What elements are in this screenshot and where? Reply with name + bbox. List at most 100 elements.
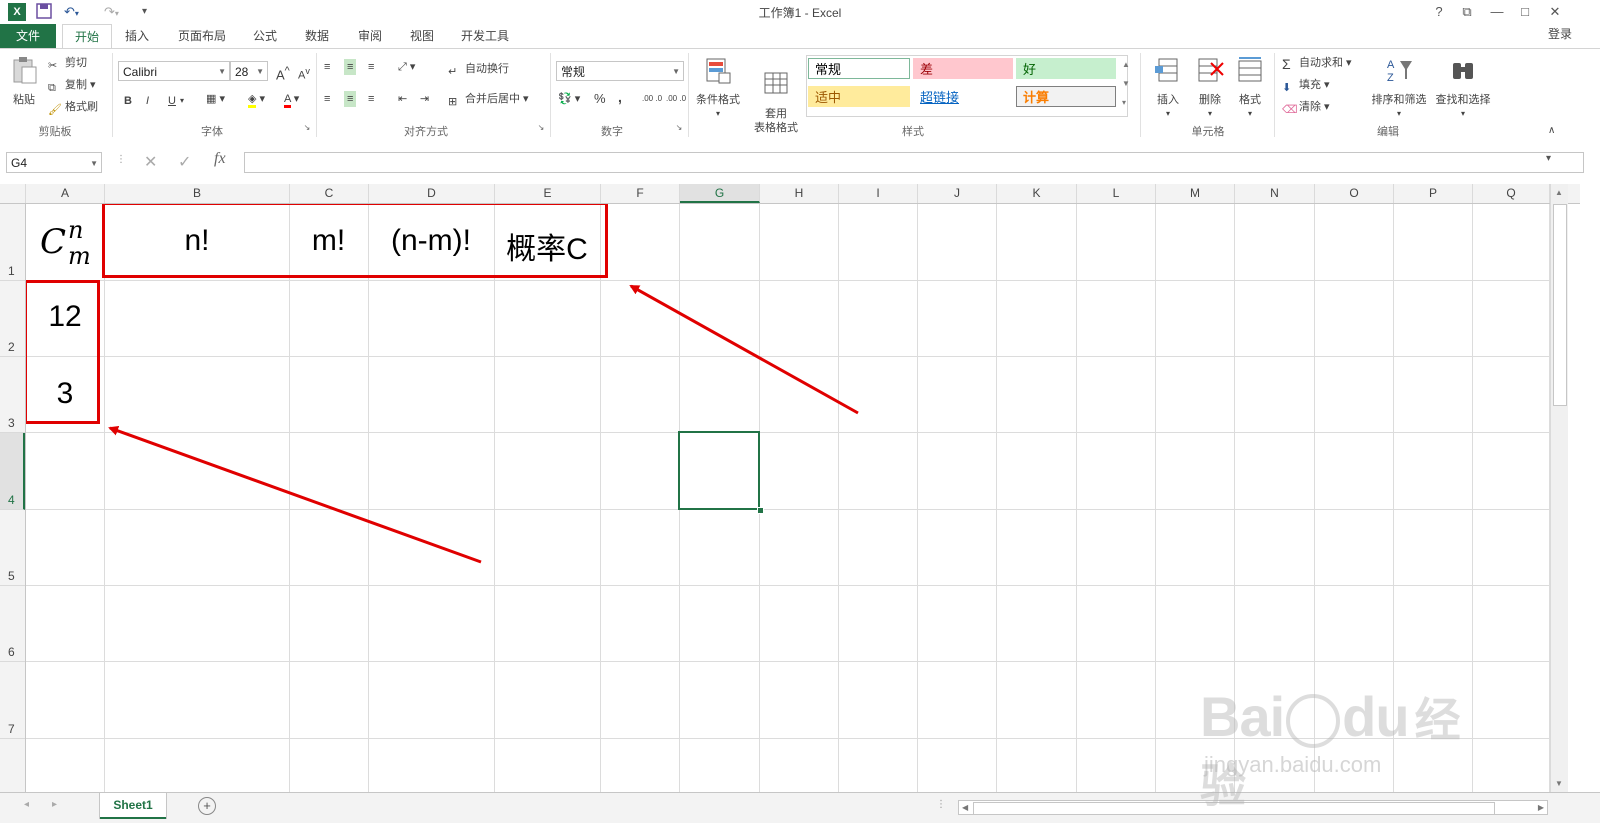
sign-in-link[interactable]: 登录 <box>1540 22 1580 46</box>
alignment-dialog-launcher-icon[interactable]: ↘ <box>536 123 546 132</box>
font-color-button[interactable]: A ▾ <box>284 91 299 108</box>
column-header[interactable]: N <box>1235 184 1315 203</box>
minimize-icon[interactable]: — <box>1486 3 1508 21</box>
find-select-button[interactable]: 查找和选择 ▾ <box>1432 55 1494 121</box>
paste-button[interactable]: 粘贴 <box>6 55 42 107</box>
underline-dropdown-icon[interactable]: ▾ <box>180 93 184 109</box>
cancel-icon[interactable]: ✕ <box>144 152 157 172</box>
horizontal-scrollbar[interactable]: ◀ ▶ <box>958 800 1548 815</box>
tab-page-layout[interactable]: 页面布局 <box>172 24 232 48</box>
ribbon-display-icon[interactable]: ⧉ <box>1456 3 1478 21</box>
close-icon[interactable]: ✕ <box>1544 3 1566 21</box>
align-middle-icon[interactable]: ≡ <box>344 59 357 75</box>
tab-review[interactable]: 审阅 <box>350 24 390 48</box>
align-left-icon[interactable]: ≡ <box>324 91 330 107</box>
name-box[interactable]: G4 ▼ <box>6 152 102 173</box>
tab-formulas[interactable]: 公式 <box>245 24 285 48</box>
bold-button[interactable]: B <box>124 93 132 109</box>
style-neutral[interactable]: 适中 <box>808 86 910 107</box>
align-top-icon[interactable]: ≡ <box>324 59 330 75</box>
copy-button[interactable]: ⧉ 复制 ▾ <box>48 77 96 94</box>
scroll-left-icon[interactable]: ◀ <box>962 801 968 814</box>
expand-formula-bar-icon[interactable]: ▾ <box>1546 153 1551 164</box>
column-header[interactable]: P <box>1394 184 1473 203</box>
font-size-combo[interactable]: 28 ▼ <box>230 61 268 81</box>
autosum-button[interactable]: Σ 自动求和 ▾ <box>1282 55 1352 72</box>
column-header[interactable]: I <box>839 184 918 203</box>
add-sheet-icon[interactable]: + <box>198 797 216 815</box>
tab-insert[interactable]: 插入 <box>116 24 158 48</box>
style-calculation[interactable]: 计算 <box>1016 86 1116 107</box>
percent-button[interactable]: % <box>594 91 606 107</box>
sheet-tab[interactable]: Sheet1 <box>100 793 166 819</box>
column-header[interactable]: C <box>290 184 369 203</box>
column-header[interactable]: L <box>1077 184 1156 203</box>
formula-bar-splitter-icon[interactable]: ⋮ <box>116 154 126 165</box>
style-hyperlink[interactable]: 超链接 <box>913 86 1013 107</box>
delete-cells-button[interactable]: 删除 ▾ <box>1190 55 1230 121</box>
scroll-right-icon[interactable]: ▶ <box>1538 801 1544 814</box>
column-header[interactable]: M <box>1156 184 1235 203</box>
column-header[interactable]: B <box>105 184 290 203</box>
style-bad[interactable]: 差 <box>913 58 1013 79</box>
fill-button[interactable]: ⬇ 填充 ▾ <box>1282 77 1330 94</box>
column-header[interactable]: K <box>997 184 1077 203</box>
column-header[interactable]: D <box>369 184 495 203</box>
tab-developer[interactable]: 开发工具 <box>455 24 515 48</box>
italic-button[interactable]: I <box>146 93 149 109</box>
increase-decimal-button[interactable]: .00 .0 <box>642 91 662 107</box>
tab-data[interactable]: 数据 <box>297 24 337 48</box>
help-icon[interactable]: ? <box>1428 3 1450 21</box>
number-dialog-launcher-icon[interactable]: ↘ <box>674 123 684 132</box>
column-header[interactable]: E <box>495 184 601 203</box>
decrease-decimal-button[interactable]: .00 .0 <box>666 91 686 107</box>
gallery-scroll-icon[interactable]: ▲ ▼ ▾ <box>1122 55 1130 112</box>
cell-a1[interactable]: Cnm <box>40 216 100 270</box>
restore-icon[interactable]: □ <box>1514 3 1536 21</box>
number-format-combo[interactable]: 常规 ▼ <box>556 61 684 81</box>
wrap-text-button[interactable]: ↵ 自动换行 <box>448 61 509 78</box>
align-bottom-icon[interactable]: ≡ <box>368 59 374 75</box>
scroll-down-icon[interactable]: ▼ <box>1555 779 1563 788</box>
column-header-selected[interactable]: G <box>680 184 760 203</box>
font-dialog-launcher-icon[interactable]: ↘ <box>302 123 312 132</box>
column-header[interactable]: F <box>601 184 680 203</box>
column-header[interactable]: O <box>1315 184 1394 203</box>
formula-input[interactable] <box>244 152 1584 173</box>
sort-filter-button[interactable]: AZ 排序和筛选 ▾ <box>1366 55 1432 121</box>
shrink-font-button[interactable]: Av <box>298 63 310 84</box>
enter-icon[interactable]: ✓ <box>178 152 191 172</box>
tab-file[interactable]: 文件 <box>0 24 56 48</box>
underline-button[interactable]: U <box>168 93 176 109</box>
vertical-scroll-thumb[interactable] <box>1553 204 1567 406</box>
column-header[interactable]: J <box>918 184 997 203</box>
fill-color-icon[interactable]: ◈ ▾ <box>248 91 265 108</box>
row-header[interactable]: 2 <box>0 281 25 357</box>
format-cells-button[interactable]: 格式 ▾ <box>1232 55 1268 121</box>
row-header[interactable]: 3 <box>0 357 25 433</box>
row-header[interactable]: 1 <box>0 204 25 281</box>
style-good[interactable]: 好 <box>1016 58 1116 79</box>
cut-button[interactable]: ✂ 剪切 <box>48 55 87 72</box>
select-all-corner[interactable] <box>0 184 26 203</box>
insert-function-button[interactable]: fx <box>214 150 226 168</box>
increase-indent-icon[interactable]: ⇥ <box>420 91 429 107</box>
vertical-scrollbar[interactable]: ▲ ▼ <box>1550 184 1568 792</box>
fill-handle[interactable] <box>757 507 764 514</box>
scroll-up-icon[interactable]: ▲ <box>1555 188 1563 197</box>
accounting-format-icon[interactable]: 💱 ▾ <box>558 91 580 107</box>
row-header-selected[interactable]: 4 <box>0 433 25 510</box>
horizontal-scroll-thumb[interactable] <box>973 802 1495 815</box>
borders-icon[interactable]: ▦ ▾ <box>206 91 225 107</box>
collapse-ribbon-icon[interactable]: ∧ <box>1548 123 1555 139</box>
orientation-icon[interactable]: ⤢ ▾ <box>398 59 415 75</box>
tab-view[interactable]: 视图 <box>402 24 442 48</box>
font-name-combo[interactable]: Calibri ▼ <box>118 61 230 81</box>
row-header[interactable]: 7 <box>0 662 25 739</box>
clear-button[interactable]: ⌫清除 ▾ <box>1282 99 1330 116</box>
column-header[interactable]: A <box>26 184 105 203</box>
format-painter-button[interactable]: 🖌 格式刷 <box>48 99 98 116</box>
insert-cells-button[interactable]: 插入 ▾ <box>1148 55 1188 121</box>
sheet-scroll-left-icon[interactable]: ◂ <box>24 799 29 810</box>
tab-home[interactable]: 开始 <box>62 24 112 49</box>
